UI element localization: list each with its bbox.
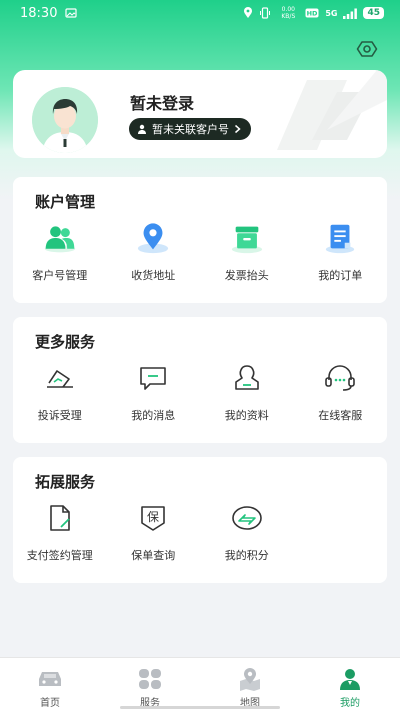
payment-contract-button[interactable]: 支付签约管理: [13, 501, 107, 563]
grid-label: 发票抬头: [224, 269, 269, 282]
tab-home[interactable]: 首页: [0, 658, 100, 711]
signal-label: 5G: [325, 8, 338, 18]
network-speed: 0.00 KB/S: [281, 6, 296, 20]
grid-label: 客户号管理: [32, 269, 88, 282]
profile-card[interactable]: 暂未登录 暂未关联客户号: [13, 70, 387, 158]
policy-icon: 保: [141, 506, 166, 531]
grid-label: 我的积分: [224, 549, 269, 562]
shipping-address-button[interactable]: 收货地址: [107, 221, 201, 283]
status-time: 18:30: [20, 5, 58, 21]
location-status-icon: [244, 7, 253, 18]
person-icon: [138, 124, 146, 134]
more-services-grid: 投诉受理 我的消息 我的资料 在线客服: [13, 361, 387, 423]
link-customer-button[interactable]: 暂未关联客户号: [129, 118, 251, 140]
message-icon: [140, 367, 167, 390]
map-icon: [240, 668, 260, 691]
policy-query-button[interactable]: 保 保单查询: [107, 501, 201, 563]
signal-strength-icon: [343, 8, 358, 19]
tab-label: 我的: [340, 698, 360, 709]
account-management-section: 账户管理 客户号管理 收货地址 发票抬头 我的订单: [13, 177, 387, 303]
sign-document-icon: [49, 505, 70, 531]
settings-icon: [356, 41, 378, 57]
invoice-title-button[interactable]: 发票抬头: [200, 221, 294, 283]
vibrate-icon: [260, 7, 271, 19]
location-pin-icon: [138, 223, 169, 254]
my-points-button[interactable]: 我的积分: [200, 501, 294, 563]
status-bar: 18:30 0.00 KB/S HD 5G 45: [0, 0, 400, 26]
user-icon: [340, 669, 360, 690]
profile-icon: [234, 365, 259, 390]
chevron-right-icon: [235, 124, 241, 134]
tab-mine[interactable]: 我的: [300, 658, 400, 711]
hd-icon: HD: [305, 8, 319, 18]
login-status[interactable]: 暂未登录: [130, 90, 194, 114]
complaint-button[interactable]: 投诉受理: [13, 361, 107, 423]
invoice-icon: [231, 226, 262, 254]
battery-level: 45: [363, 7, 384, 19]
grid-label: 收货地址: [131, 269, 176, 282]
settings-button[interactable]: [356, 38, 378, 60]
section-title-account: 账户管理: [35, 193, 96, 211]
grid-icon: [139, 669, 161, 689]
extended-services-section: 拓展服务 支付签约管理 保 保单查询 我的积分: [13, 457, 387, 583]
card-watermark: [277, 70, 387, 150]
grid-label: 投诉受理: [37, 409, 82, 422]
online-service-button[interactable]: 在线客服: [294, 361, 388, 423]
grid-label: 支付签约管理: [26, 549, 93, 562]
policy-icon-char: 保: [147, 510, 159, 524]
points-icon: [231, 506, 262, 530]
tab-map[interactable]: 地图: [200, 658, 300, 711]
section-title-extended-services: 拓展服务: [35, 473, 96, 491]
complaint-icon: [46, 370, 73, 388]
more-services-section: 更多服务 投诉受理 我的消息 我的资料 在线客服: [13, 317, 387, 443]
section-title-more-services: 更多服务: [35, 333, 96, 351]
grid-label: 我的订单: [318, 269, 363, 282]
bottom-tab-bar: 首页 服务 地图 我的: [0, 657, 400, 711]
my-orders-button[interactable]: 我的订单: [294, 221, 388, 283]
my-messages-button[interactable]: 我的消息: [107, 361, 201, 423]
grid-label: 在线客服: [318, 409, 363, 422]
svg-text:HD: HD: [307, 10, 318, 18]
car-icon: [39, 672, 61, 686]
people-icon: [44, 226, 75, 253]
tab-label: 首页: [40, 698, 60, 709]
order-document-icon: [326, 224, 355, 254]
my-profile-button[interactable]: 我的资料: [200, 361, 294, 423]
gallery-notification-icon: [65, 8, 78, 18]
grid-label: 我的资料: [224, 409, 269, 422]
grid-label: 保单查询: [131, 549, 176, 562]
extended-services-grid: 支付签约管理 保 保单查询 我的积分: [13, 501, 387, 563]
avatar[interactable]: [32, 87, 98, 153]
grid-label: 我的消息: [131, 409, 176, 422]
headset-icon: [325, 365, 356, 391]
home-indicator: [120, 706, 280, 709]
customer-number-button[interactable]: 客户号管理: [13, 221, 107, 283]
link-customer-label: 暂未关联客户号: [152, 123, 229, 136]
tab-services[interactable]: 服务: [100, 658, 200, 711]
default-avatar-icon: [32, 87, 98, 153]
account-grid: 客户号管理 收货地址 发票抬头 我的订单: [13, 221, 387, 283]
